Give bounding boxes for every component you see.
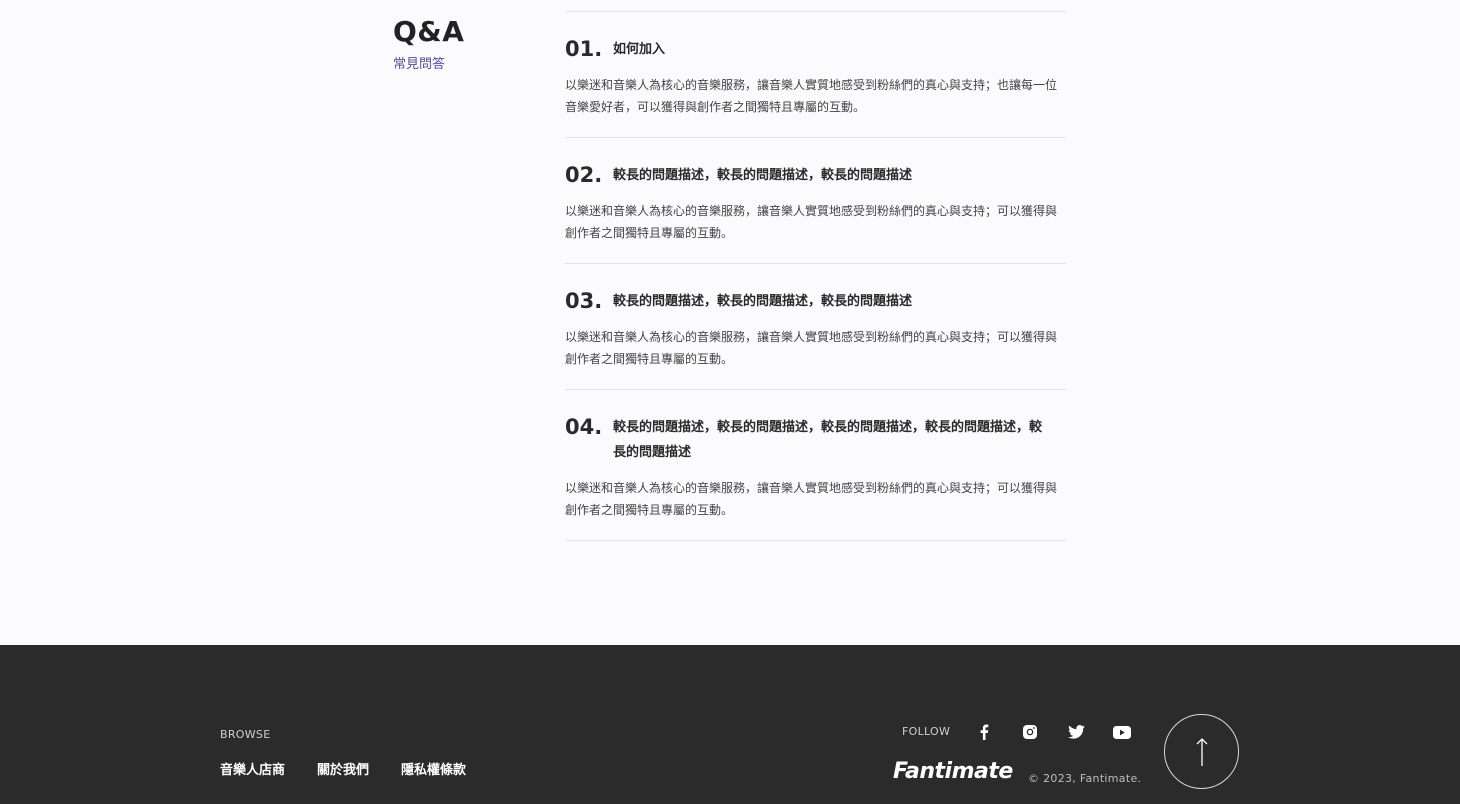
page-subtitle: 常見問答	[393, 57, 446, 72]
page-title: Q&A	[393, 15, 465, 48]
faq-item[interactable]: 03. 較長的問題描述，較長的問題描述，較長的問題描述 以樂迷和音樂人為核心的音…	[565, 264, 1066, 390]
main-content: Q&A 常見問答 01. 如何加入 以樂迷和音樂人為核心的音樂服務，讓音樂人實質…	[0, 0, 1460, 645]
facebook-icon[interactable]	[975, 723, 993, 741]
faq-answer: 以樂迷和音樂人為核心的音樂服務，讓音樂人實質地感受到粉絲們的真心與支持；也讓每一…	[565, 78, 1058, 114]
faq-question-row: 01. 如何加入	[565, 36, 1066, 62]
youtube-icon[interactable]	[1113, 723, 1131, 741]
footer-link-privacy[interactable]: 隱私權條款	[401, 759, 466, 778]
faq-answer: 以樂迷和音樂人為核心的音樂服務，讓音樂人實質地感受到粉絲們的真心與支持；可以獲得…	[565, 330, 1058, 366]
footer-link-store[interactable]: 音樂人店商	[220, 759, 285, 778]
back-to-top-button[interactable]	[1164, 714, 1239, 789]
footer-nav: 音樂人店商 關於我們 隱私權條款	[220, 759, 466, 778]
instagram-icon[interactable]	[1021, 723, 1039, 741]
follow-label: FOLLOW	[902, 725, 951, 738]
faq-item[interactable]: 02. 較長的問題描述，較長的問題描述，較長的問題描述 以樂迷和音樂人為核心的音…	[565, 138, 1066, 264]
faq-number: 04.	[565, 415, 603, 439]
faq-item[interactable]: 01. 如何加入 以樂迷和音樂人為核心的音樂服務，讓音樂人實質地感受到粉絲們的真…	[565, 12, 1066, 138]
faq-list: 01. 如何加入 以樂迷和音樂人為核心的音樂服務，讓音樂人實質地感受到粉絲們的真…	[565, 11, 1066, 541]
faq-question-row: 03. 較長的問題描述，較長的問題描述，較長的問題描述	[565, 288, 1066, 314]
faq-number: 01.	[565, 37, 603, 61]
faq-question: 較長的問題描述，較長的問題描述，較長的問題描述	[613, 294, 913, 309]
site-footer: BROWSE 音樂人店商 關於我們 隱私權條款 FOLLOW Fantimate…	[0, 645, 1460, 804]
faq-question-row: 02. 較長的問題描述，較長的問題描述，較長的問題描述	[565, 162, 1066, 188]
brand-logo[interactable]: Fantimate	[893, 759, 1013, 784]
faq-number: 02.	[565, 163, 603, 187]
copyright: © 2023, Fantimate.	[1028, 772, 1142, 785]
faq-question-row: 04. 較長的問題描述，較長的問題描述，較長的問題描述，較長的問題描述，較長的問…	[565, 414, 1066, 465]
twitter-icon[interactable]	[1067, 723, 1085, 741]
faq-question: 較長的問題描述，較長的問題描述，較長的問題描述，較長的問題描述，較長的問題描述	[613, 420, 1043, 460]
faq-number: 03.	[565, 289, 603, 313]
section-header: Q&A 常見問答	[393, 14, 464, 74]
faq-item[interactable]: 04. 較長的問題描述，較長的問題描述，較長的問題描述，較長的問題描述，較長的問…	[565, 390, 1066, 541]
footer-link-about[interactable]: 關於我們	[317, 759, 369, 778]
faq-question: 如何加入	[613, 42, 666, 57]
faq-question: 較長的問題描述，較長的問題描述，較長的問題描述	[613, 168, 913, 183]
faq-answer: 以樂迷和音樂人為核心的音樂服務，讓音樂人實質地感受到粉絲們的真心與支持；可以獲得…	[565, 204, 1058, 240]
arrow-up-icon	[1196, 737, 1207, 766]
faq-answer: 以樂迷和音樂人為核心的音樂服務，讓音樂人實質地感受到粉絲們的真心與支持；可以獲得…	[565, 481, 1058, 517]
browse-label: BROWSE	[220, 728, 271, 741]
